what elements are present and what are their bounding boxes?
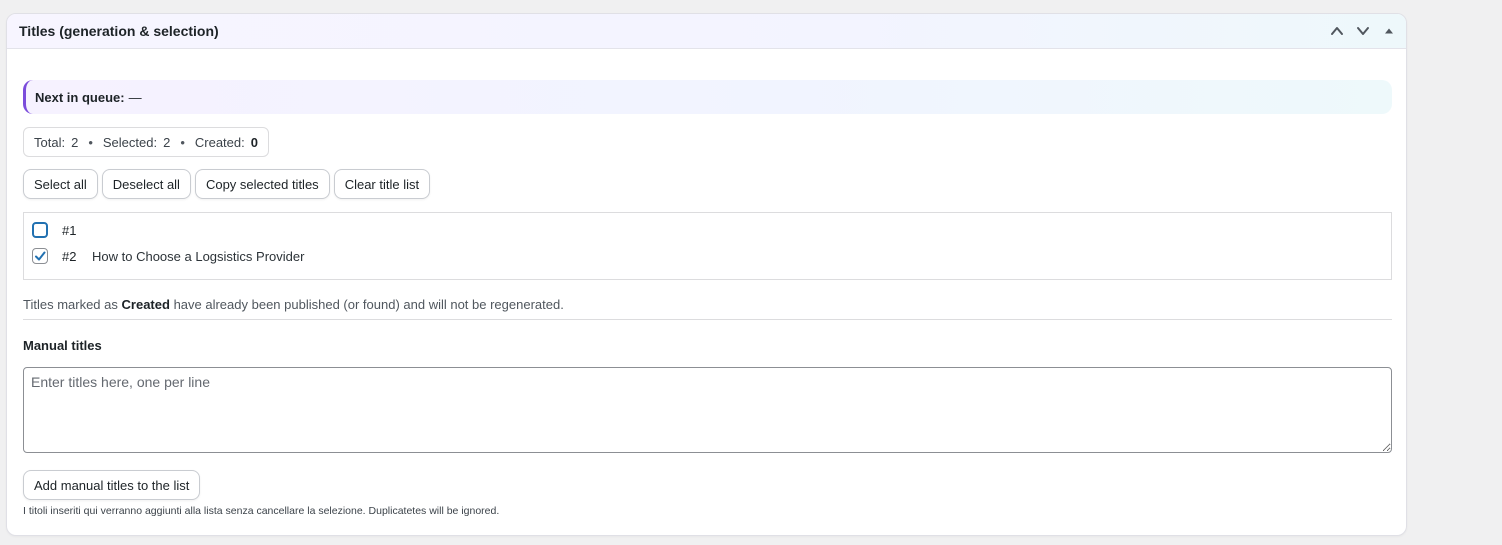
copy-selected-titles-button[interactable]: Copy selected titles xyxy=(194,169,330,199)
toggle-panel-icon[interactable] xyxy=(1378,20,1400,42)
title-list: #1 #2 How to Choose a Logsistics Provide… xyxy=(23,212,1392,280)
panel-title: Titles (generation & selection) xyxy=(19,23,219,39)
queue-label: Next in queue: xyxy=(35,89,125,105)
checkmark-icon xyxy=(35,251,46,261)
panel-controls xyxy=(1326,20,1400,42)
queue-value: — xyxy=(128,89,142,105)
clear-title-list-button[interactable]: Clear title list xyxy=(333,169,431,199)
panel-header: Titles (generation & selection) xyxy=(7,14,1406,49)
title-number: #1 xyxy=(62,222,77,238)
titles-panel: Titles (generation & selection) Next in … xyxy=(6,13,1407,536)
selected-label: Selected: xyxy=(102,134,158,150)
title-text: How to Choose a Logsistics Provider xyxy=(92,248,305,264)
manual-titles-label: Manual titles xyxy=(23,338,102,353)
help-created-word: Created xyxy=(121,297,170,312)
title-actions: Select all Deselect all Copy selected ti… xyxy=(23,169,431,199)
created-label: Created: xyxy=(194,134,245,150)
selected-value: 2 xyxy=(163,134,171,150)
manual-titles-input[interactable] xyxy=(23,367,1392,453)
title-stats: Total: 2 • Selected: 2 • Created: 0 xyxy=(23,127,269,157)
deselect-all-button[interactable]: Deselect all xyxy=(101,169,191,199)
list-item: #1 xyxy=(32,221,92,239)
total-value: 2 xyxy=(71,134,79,150)
stats-separator: • xyxy=(180,134,185,150)
move-down-icon[interactable] xyxy=(1352,20,1374,42)
divider xyxy=(23,319,1392,320)
title-checkbox[interactable] xyxy=(32,248,48,264)
total-label: Total: xyxy=(34,134,66,150)
created-help-text: Titles marked as Created have already be… xyxy=(23,297,564,312)
move-up-icon[interactable] xyxy=(1326,20,1348,42)
select-all-button[interactable]: Select all xyxy=(23,169,98,199)
add-manual-titles-button[interactable]: Add manual titles to the list xyxy=(23,470,201,500)
next-in-queue-notice: Next in queue: — xyxy=(23,80,1392,114)
title-checkbox[interactable] xyxy=(32,222,48,238)
help-suffix: have already been published (or found) a… xyxy=(173,297,564,312)
created-value: 0 xyxy=(250,134,258,150)
list-item: #2 How to Choose a Logsistics Provider xyxy=(32,247,304,265)
stats-separator: • xyxy=(88,134,93,150)
manual-titles-note: I titoli inseriti qui verranno aggiunti … xyxy=(23,505,500,517)
title-number: #2 xyxy=(62,248,77,264)
help-prefix: Titles marked as xyxy=(23,297,118,312)
